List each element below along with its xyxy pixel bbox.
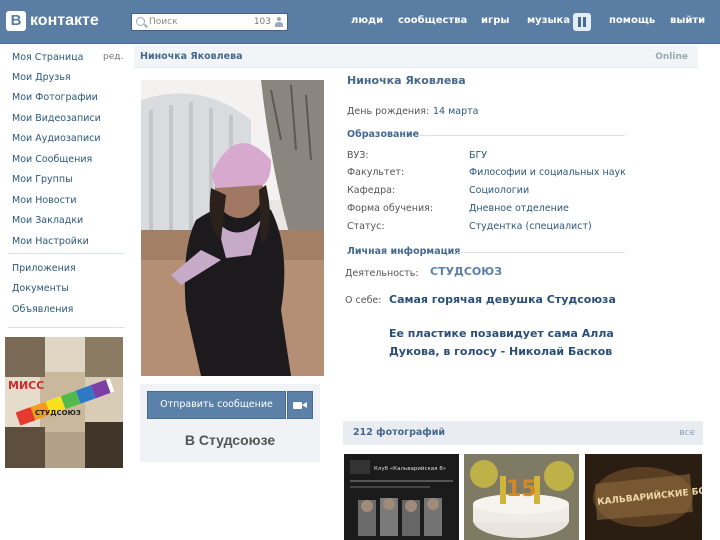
profile-photo-image	[141, 80, 324, 376]
sidebar-item-my-page[interactable]: Моя Страница	[12, 52, 83, 63]
search-input[interactable]	[149, 15, 249, 29]
ad-subtitle: СТУДСОЮЗ	[35, 409, 81, 417]
sidebar-item-ads[interactable]: Объявления	[12, 304, 73, 315]
education-label-university: ВУЗ:	[347, 150, 369, 161]
photo-thumb-image: 15	[464, 454, 579, 540]
pause-icon[interactable]	[573, 13, 591, 31]
education-value-faculty[interactable]: Философии и социальных наук	[469, 167, 626, 178]
sidebar-item-documents[interactable]: Документы	[12, 283, 69, 294]
sidebar-item-messages[interactable]: Мои Сообщения	[12, 154, 92, 165]
profile-photo[interactable]	[141, 80, 324, 376]
profile-full-name: Ниночка Яковлева	[347, 74, 466, 87]
search-box[interactable]: 103	[131, 13, 288, 31]
education-label-faculty: Факультет:	[347, 167, 405, 178]
section-divider	[458, 252, 625, 253]
education-label-status: Статус:	[347, 221, 385, 232]
activity-value[interactable]: СТУДСОЮЗ	[430, 265, 502, 278]
photo-thumb[interactable]: КАЛЬВАРИЙСКИЕ БОБРЫ	[585, 454, 702, 540]
section-divider	[420, 135, 625, 136]
logo-text: контакте	[30, 12, 99, 29]
sidebar-item-settings[interactable]: Мои Настройки	[12, 236, 89, 247]
sidebar-item-audio[interactable]: Мои Аудиозаписи	[12, 133, 101, 144]
photo-thumb[interactable]: Клуб «Кальварийская 8»	[344, 454, 459, 540]
nav-games[interactable]: игры	[481, 15, 509, 26]
sidebar-ad-banner[interactable]: МИСС СТУДСОЮЗ	[5, 337, 123, 468]
nav-logout[interactable]: выйти	[670, 15, 705, 26]
photo-thumb-image: КАЛЬВАРИЙСКИЕ БОБРЫ	[585, 454, 702, 540]
sidebar-item-photos[interactable]: Мои Фотографии	[12, 92, 98, 103]
photos-count-title[interactable]: 212 фотографий	[353, 427, 445, 438]
send-message-button[interactable]: Отправить сообщение	[147, 391, 286, 419]
sidebar-divider	[8, 253, 125, 254]
ad-image: МИСС СТУДСОЮЗ	[5, 337, 123, 468]
profile-header-bar: Ниночка Яковлева Online	[134, 46, 698, 68]
sidebar-item-apps[interactable]: Приложения	[12, 263, 76, 274]
birthday-value[interactable]: 14 марта	[433, 106, 478, 117]
video-call-icon[interactable]	[287, 391, 313, 419]
cake-number: 15	[506, 477, 537, 502]
photos-header: 212 фотографий все	[343, 421, 703, 445]
group-caption: В Студсоюзе	[184, 432, 276, 448]
about-text-1: Самая горячая девушка Студсоюза	[389, 293, 616, 306]
logo-mark: В	[6, 11, 26, 31]
personal-info-title: Личная информация	[347, 246, 461, 257]
education-title: Образование	[347, 129, 420, 140]
nav-people[interactable]: люди	[351, 15, 383, 26]
photo-thumb-image: Клуб «Кальварийская 8»	[344, 454, 459, 540]
nav-communities[interactable]: сообщества	[398, 15, 467, 26]
sidebar-item-friends[interactable]: Мои Друзья	[12, 72, 71, 83]
photo-thumb[interactable]: 15	[464, 454, 579, 540]
sidebar-item-bookmarks[interactable]: Мои Закладки	[12, 215, 83, 226]
sidebar-divider	[8, 327, 125, 328]
user-icon	[275, 17, 283, 27]
search-count: 103	[253, 17, 271, 27]
online-status: Online	[655, 52, 688, 62]
nav-music[interactable]: музыка	[527, 15, 570, 26]
top-header: В контакте 103 люди сообщества игры музы…	[0, 0, 720, 44]
education-value-form[interactable]: Дневное отделение	[469, 203, 569, 214]
education-label-department: Кафедра:	[347, 185, 396, 196]
sidebar-item-videos[interactable]: Мои Видеозаписи	[12, 113, 101, 124]
education-label-form: Форма обучения:	[347, 203, 434, 214]
profile-bar-name[interactable]: Ниночка Яковлева	[140, 51, 243, 62]
about-text-2: Ее пластике позавидует сама Алла Дукова,…	[389, 327, 614, 358]
activity-label: Деятельность:	[345, 268, 419, 279]
nav-help[interactable]: помощь	[609, 15, 655, 26]
search-icon	[136, 17, 145, 26]
education-value-department[interactable]: Социологии	[469, 185, 529, 196]
vk-logo[interactable]: В контакте	[6, 11, 99, 31]
thumb-caption: Клуб «Кальварийская 8»	[374, 465, 446, 472]
photos-all-link[interactable]: все	[679, 428, 695, 438]
education-value-status[interactable]: Студентка (специалист)	[469, 221, 592, 232]
birthday-label: День рождения:	[347, 106, 430, 117]
education-value-university[interactable]: БГУ	[469, 150, 487, 161]
ad-title: МИСС	[8, 379, 44, 392]
sidebar-item-groups[interactable]: Мои Группы	[12, 174, 73, 185]
sidebar-item-news[interactable]: Мои Новости	[12, 195, 77, 206]
about-label: О себе:	[345, 295, 382, 306]
sidebar-edit-link[interactable]: ред.	[103, 52, 123, 62]
